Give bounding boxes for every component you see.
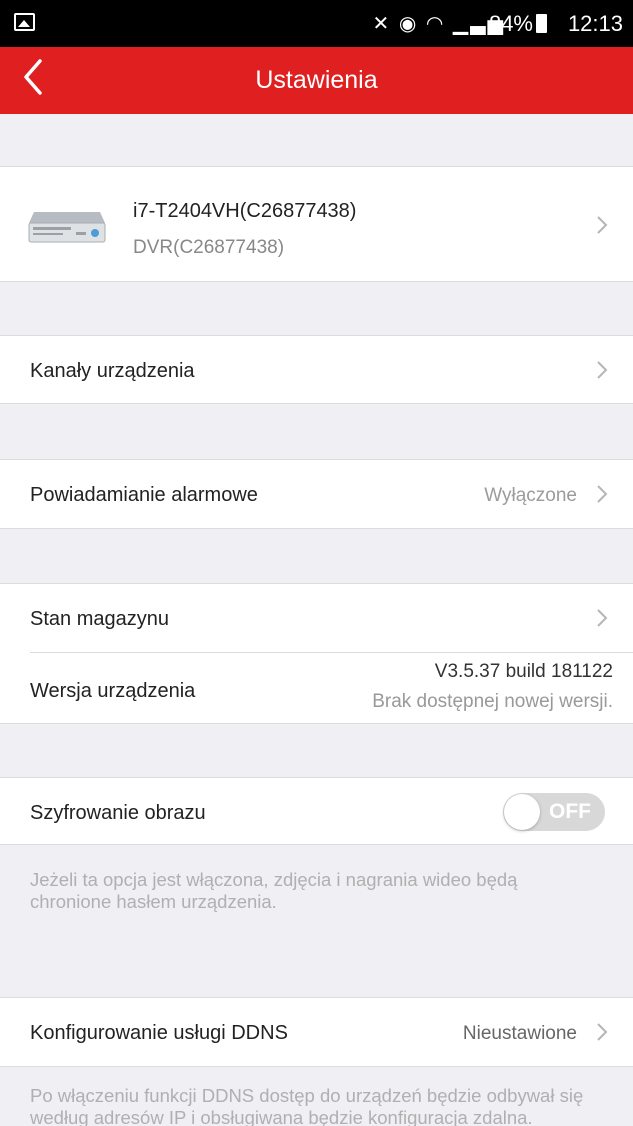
chevron-right-icon bbox=[595, 484, 611, 504]
alarm-icon: ◉ bbox=[398, 13, 419, 35]
ddns-config-row[interactable]: Konfigurowanie usługi DDNS Nieustawione bbox=[0, 997, 633, 1067]
toggle-state: OFF bbox=[549, 800, 591, 823]
image-encryption-toggle[interactable]: OFF bbox=[503, 793, 605, 831]
image-encryption-label: Szyfrowanie obrazu bbox=[30, 802, 206, 824]
alarm-notification-value: Wyłączone bbox=[484, 485, 577, 506]
storage-version-group: Stan magazynu Wersja urządzenia V3.5.37 … bbox=[0, 583, 633, 724]
gallery-icon bbox=[14, 13, 35, 31]
ddns-config-label: Konfigurowanie usługi DDNS bbox=[30, 1022, 288, 1044]
page-title: Ustawienia bbox=[255, 66, 378, 94]
device-version-label: Wersja urządzenia bbox=[30, 680, 196, 702]
toggle-knob bbox=[504, 794, 540, 830]
image-encryption-row: Szyfrowanie obrazu OFF bbox=[0, 777, 633, 845]
device-name: i7-T2404VH(C26877438) bbox=[133, 200, 357, 222]
status-icons: ✕ ◉ ◠ ▁▃▅ bbox=[372, 11, 505, 36]
nav-bar: Ustawienia bbox=[0, 47, 633, 114]
storage-status-label: Stan magazynu bbox=[30, 608, 169, 630]
chevron-right-icon bbox=[595, 215, 611, 235]
device-channels-row[interactable]: Kanały urządzenia bbox=[0, 335, 633, 404]
battery-percentage: 84% bbox=[488, 11, 533, 36]
device-version-update-note: Brak dostępnej nowej wersji. bbox=[372, 691, 613, 712]
ddns-note: Po włączeniu funkcji DDNS dostęp do urzą… bbox=[30, 1085, 584, 1126]
status-bar: ✕ ◉ ◠ ▁▃▅ 84% 12:13 bbox=[0, 0, 633, 47]
battery-icon bbox=[536, 14, 547, 33]
clock: 12:13 bbox=[567, 11, 623, 36]
device-version-value: V3.5.37 build 181122 bbox=[434, 661, 613, 682]
wifi-icon: ◠ bbox=[425, 13, 446, 35]
ddns-config-value: Nieustawione bbox=[462, 1023, 577, 1044]
dvr-device-icon bbox=[28, 212, 106, 243]
chevron-right-icon bbox=[595, 1022, 611, 1042]
device-channels-label: Kanały urządzenia bbox=[30, 360, 195, 382]
alarm-notification-label: Powiadamianie alarmowe bbox=[30, 484, 258, 506]
mute-icon: ✕ bbox=[372, 13, 392, 35]
image-encryption-note: Jeżeli ta opcja jest włączona, zdjęcia i… bbox=[30, 869, 518, 912]
storage-status-row[interactable]: Stan magazynu bbox=[0, 584, 633, 652]
device-type: DVR(C26877438) bbox=[133, 237, 285, 258]
device-info-row[interactable]: i7-T2404VH(C26877438) DVR(C26877438) bbox=[0, 166, 633, 282]
row-divider bbox=[30, 652, 633, 653]
alarm-notification-row[interactable]: Powiadamianie alarmowe Wyłączone bbox=[0, 459, 633, 529]
chevron-right-icon bbox=[595, 608, 611, 628]
chevron-right-icon bbox=[595, 360, 611, 380]
